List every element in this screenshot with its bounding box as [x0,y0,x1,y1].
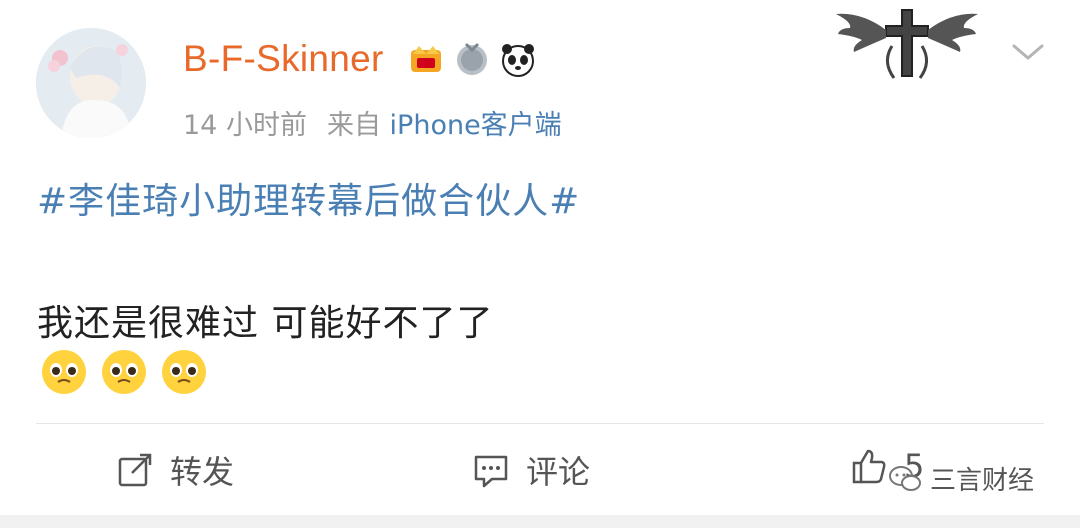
avatar[interactable] [36,28,146,138]
watermark-text: 三言财经 [930,466,1035,496]
repost-button[interactable]: 转发 [116,447,234,493]
avatar-image [36,28,146,138]
post-topic-link[interactable]: #李佳琦小助理转幕后做合伙人# [37,172,580,224]
panda-badge-icon [502,44,534,77]
comment-button[interactable]: 评论 [472,447,590,493]
post-emojis [40,348,208,396]
post-source-client[interactable]: iPhone客户端 [390,110,562,141]
post-source: 来自 iPhone客户端 [327,103,562,142]
comment-label: 评论 [526,453,591,491]
wechat-icon [889,465,921,491]
comment-icon [474,455,508,488]
action-bar-divider [36,423,1044,424]
pleading-face-icon [162,350,206,394]
post-text: 我还是很难过 可能好不了了 [37,303,494,344]
bottom-separator [0,515,1080,528]
post-time: 14 小时前 [183,110,307,141]
thumbs-up-icon [852,449,886,484]
winged-cross-emblem-icon [836,9,978,79]
crown-badge-icon [411,46,441,72]
chevron-down-icon[interactable] [1010,40,1046,64]
medal-badge-icon [457,42,487,75]
watermark: 三言财经 [888,460,1034,497]
post-meta: 14 小时前 来自 iPhone客户端 [183,103,562,142]
pleading-face-icon [102,350,146,394]
user-badges [407,40,537,78]
username[interactable]: B-F-Skinner [183,38,384,80]
repost-label: 转发 [170,453,235,491]
pleading-face-icon [42,350,86,394]
repost-icon [118,453,152,487]
post-source-prefix: 来自 [326,110,381,141]
